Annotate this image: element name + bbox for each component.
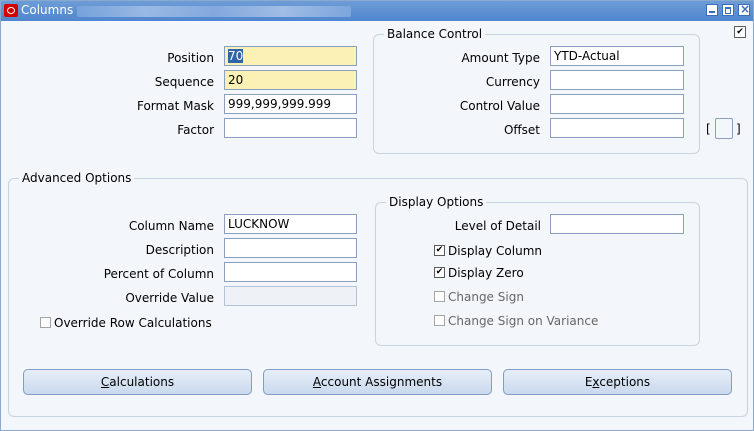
display-zero-label: Display Zero <box>448 266 524 280</box>
percent-of-column-label: Percent of Column <box>103 267 214 281</box>
calculations-label: alculations <box>109 375 175 389</box>
description-label: Description <box>145 243 214 257</box>
currency-label: Currency <box>485 75 540 89</box>
control-value-field[interactable] <box>550 94 684 114</box>
change-sign-label: Change Sign <box>448 290 524 304</box>
format-mask-field[interactable]: 999,999,999.999 <box>224 94 357 114</box>
descriptive-flexfield-box[interactable] <box>715 118 733 139</box>
calculations-button[interactable]: Calculations <box>23 369 252 395</box>
control-value-label: Control Value <box>459 99 540 113</box>
window-checkbox[interactable]: ✔ <box>734 26 746 38</box>
change-sign-on-variance-checkbox[interactable]: Change Sign on Variance <box>434 314 598 328</box>
change-sign-on-variance-box[interactable] <box>434 315 445 326</box>
sequence-label: Sequence <box>154 75 214 89</box>
factor-label: Factor <box>177 123 214 137</box>
change-sign-on-variance-label: Change Sign on Variance <box>448 314 599 328</box>
level-of-detail-label: Level of Detail <box>454 219 541 233</box>
balance-control-title: Balance Control <box>384 27 486 41</box>
columns-window: Columns ✔ Position 70 Sequence 20 Format… <box>0 0 754 431</box>
factor-field[interactable] <box>224 118 357 138</box>
sequence-field[interactable]: 20 <box>224 70 357 90</box>
oracle-logo-icon <box>4 4 18 17</box>
override-value-label: Override Value <box>125 291 214 305</box>
level-of-detail-field[interactable] <box>550 214 684 234</box>
position-label: Position <box>167 51 214 65</box>
currency-field[interactable] <box>550 70 684 90</box>
offset-field[interactable] <box>550 118 684 138</box>
bracket-left: [ <box>706 122 711 136</box>
override-row-calculations-box[interactable] <box>40 317 51 328</box>
close-icon[interactable] <box>738 2 750 16</box>
format-mask-label: Format Mask <box>136 99 214 113</box>
amount-type-label: Amount Type <box>461 51 540 65</box>
window-title: Columns <box>21 3 74 17</box>
redacted-title-text <box>77 6 351 17</box>
column-name-field[interactable]: LUCKNOW <box>224 214 357 234</box>
account-assignments-label: ccount Assignments <box>320 375 443 389</box>
display-options-title: Display Options <box>386 195 487 209</box>
change-sign-box[interactable] <box>434 291 445 302</box>
display-column-check-icon[interactable]: ✔ <box>434 245 445 256</box>
amount-type-field[interactable]: YTD-Actual <box>550 46 684 66</box>
maximize-icon[interactable] <box>722 4 734 16</box>
bracket-right: ] <box>736 122 741 136</box>
display-zero-check-icon[interactable]: ✔ <box>434 267 445 278</box>
display-zero-checkbox[interactable]: ✔ Display Zero <box>434 266 524 280</box>
override-row-calculations-checkbox[interactable]: Override Row Calculations <box>40 316 212 330</box>
offset-label: Offset <box>503 123 540 137</box>
account-assignments-button[interactable]: Account Assignments <box>263 369 492 395</box>
override-value-field <box>224 286 357 306</box>
display-column-label: Display Column <box>448 244 543 258</box>
account-assignments-accel: A <box>312 375 321 389</box>
override-row-calculations-label: Override Row Calculations <box>54 316 212 330</box>
minimize-icon[interactable] <box>706 4 718 16</box>
change-sign-checkbox[interactable]: Change Sign <box>434 290 524 304</box>
position-field[interactable]: 70 <box>224 46 357 66</box>
display-column-checkbox[interactable]: ✔ Display Column <box>434 244 542 258</box>
percent-of-column-field[interactable] <box>224 262 357 282</box>
advanced-options-title: Advanced Options <box>19 171 135 185</box>
exceptions-button[interactable]: Exceptions <box>503 369 732 395</box>
column-name-label: Column Name <box>128 219 214 233</box>
position-value: 70 <box>228 49 244 63</box>
description-field[interactable] <box>224 238 357 258</box>
exceptions-label: ceptions <box>599 375 651 389</box>
title-bar: Columns <box>1 1 753 21</box>
